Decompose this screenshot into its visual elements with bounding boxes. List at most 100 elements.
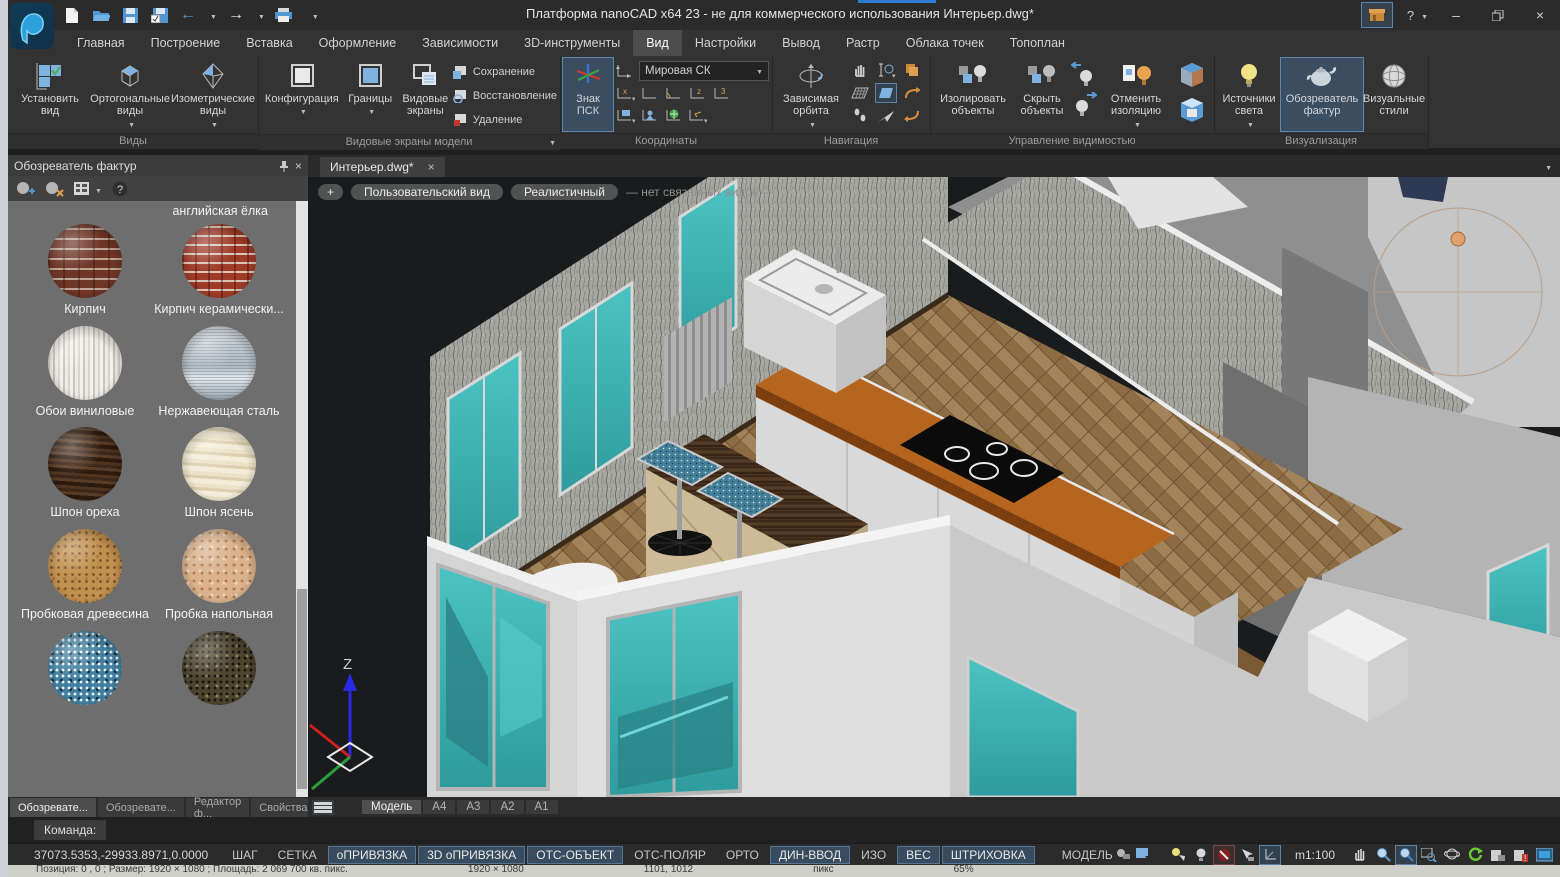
ucs-3point-icon[interactable]: 3	[712, 86, 730, 101]
menu-tab[interactable]: 3D-инструменты	[511, 30, 633, 56]
ucs-object-icon[interactable]: x▾	[615, 86, 635, 101]
material-swatch[interactable]: Пробка напольная	[152, 529, 286, 623]
open-file-icon[interactable]	[91, 6, 111, 24]
material-swatch[interactable]	[18, 631, 152, 724]
walk-icon[interactable]	[853, 108, 867, 124]
viewport-borders-button[interactable]: Границы	[343, 58, 398, 131]
help-menu[interactable]: ?	[1407, 8, 1428, 23]
menu-tab[interactable]: Растр	[833, 30, 893, 56]
ucs-prev-icon[interactable]: ▾	[687, 108, 707, 123]
material-sphere[interactable]	[182, 631, 256, 705]
material-swatch[interactable]: Шпон ясень	[152, 427, 286, 521]
status-toggle[interactable]: ШАГ	[223, 846, 267, 864]
chevron-down-icon[interactable]	[546, 135, 556, 151]
view-name-button[interactable]: Пользовательский вид	[351, 184, 503, 200]
material-swatch[interactable]: Кирпич керамически...	[152, 224, 286, 318]
status-toggle[interactable]: ОТС-ПОЛЯР	[625, 846, 715, 864]
menu-tab[interactable]: Оформление	[306, 30, 410, 56]
material-sphere[interactable]	[48, 631, 122, 705]
zoom-icon[interactable]: ▾	[876, 62, 896, 78]
material-swatch[interactable]: Шпон ореха	[18, 427, 152, 521]
grid-plane-icon[interactable]	[851, 86, 869, 100]
material-swatch[interactable]: Нержавеющая сталь	[152, 326, 286, 420]
zoom-window-icon[interactable]	[1396, 846, 1416, 864]
visual-style-button[interactable]: Реалистичный	[511, 184, 618, 200]
hide-objects-button[interactable]: Скрыть объекты	[1013, 58, 1071, 131]
undo-icon[interactable]: ←	[178, 6, 198, 24]
light-sources-button[interactable]: Источники света	[1217, 58, 1281, 131]
model-viewport[interactable]: Z	[308, 177, 1560, 797]
viewport-screens-button[interactable]: Видовые экраны	[398, 58, 453, 131]
ortho-views-button[interactable]: Ортогональные виды	[89, 58, 171, 131]
ucs-world-icon[interactable]	[640, 86, 658, 101]
menu-tab[interactable]: Топоплан	[997, 30, 1078, 56]
scrollbar-thumb[interactable]	[297, 589, 307, 789]
pan-icon[interactable]	[1350, 846, 1370, 864]
close-tab-icon[interactable]: ×	[428, 160, 435, 174]
help-icon[interactable]: ?	[1407, 8, 1414, 23]
panel-tab[interactable]: Обозревате...	[98, 798, 184, 817]
material-swatch[interactable]: Пробковая древесина	[18, 529, 152, 623]
status-toggle[interactable]: ИЗО	[852, 846, 895, 864]
minimize-button[interactable]: –	[1442, 7, 1470, 23]
redo-icon[interactable]: →	[226, 6, 246, 24]
panel-tab[interactable]: Свойства	[251, 798, 315, 817]
print-icon[interactable]	[274, 6, 294, 24]
menu-tab[interactable]: Вид	[633, 30, 682, 56]
status-toggle[interactable]: ВЕС	[897, 846, 940, 864]
ucs-angle-icon[interactable]	[664, 86, 682, 101]
material-sphere[interactable]	[182, 326, 256, 400]
layout-tab[interactable]: A2	[491, 800, 523, 814]
ucs-z-icon[interactable]: z	[688, 86, 706, 101]
isolate-objects-button[interactable]: Изолировать объекты	[933, 58, 1013, 131]
corner-arrow2-icon[interactable]	[904, 109, 920, 123]
ucs-entity-icon[interactable]	[640, 108, 658, 123]
layout-tab[interactable]: A4	[423, 800, 455, 814]
status-toggle[interactable]: оПРИВЯЗКА	[328, 846, 416, 864]
material-sphere[interactable]	[48, 529, 122, 603]
ucs-world2-icon[interactable]	[664, 108, 682, 123]
viewport-config-button[interactable]: Конфигурация	[261, 58, 343, 131]
layout-tab[interactable]: A1	[526, 800, 558, 814]
sheets-icon[interactable]	[904, 62, 920, 78]
zoom-icon[interactable]	[1373, 846, 1393, 864]
menu-tab[interactable]: Главная	[64, 30, 138, 56]
status-toggle[interactable]: 3D оПРИВЯЗКА	[418, 846, 525, 864]
status-toggle[interactable]: СЕТКА	[269, 846, 326, 864]
corner-arrow-icon[interactable]	[904, 86, 920, 100]
iso-views-button[interactable]: Изометрические виды	[171, 58, 255, 131]
ucs-view-icon[interactable]: ▾	[615, 108, 635, 123]
fly-icon[interactable]	[877, 109, 895, 123]
status-toggle[interactable]: ОТС-ОБЪЕКТ	[527, 846, 623, 864]
nanocad-logo-icon[interactable]	[10, 3, 54, 49]
pan-hand-icon[interactable]	[852, 62, 868, 78]
tab-list-icon[interactable]	[1542, 159, 1552, 173]
ucs-toggle-icon[interactable]	[1260, 846, 1280, 864]
bulb-forward-icon[interactable]	[1071, 92, 1097, 118]
material-swatch[interactable]	[152, 631, 286, 724]
undo-history-icon[interactable]	[207, 8, 217, 22]
orbit-icon[interactable]	[1442, 846, 1462, 864]
texture-browser-button[interactable]: Обозреватель фактур	[1281, 58, 1363, 131]
layout-tab[interactable]: A3	[457, 800, 489, 814]
scale-indicator[interactable]: m1:100	[1295, 848, 1335, 862]
save-icon[interactable]	[120, 6, 140, 24]
material-sphere[interactable]	[182, 427, 256, 501]
no-light-icon[interactable]	[1214, 846, 1234, 864]
menu-tab[interactable]: Настройки	[682, 30, 769, 56]
add-material-icon[interactable]	[16, 181, 35, 197]
panel-tab[interactable]: Обозревате...	[10, 798, 96, 817]
restore-button[interactable]	[1484, 10, 1512, 21]
material-swatch[interactable]: Кирпич	[18, 224, 152, 318]
status-toggle[interactable]: ОРТО	[717, 846, 768, 864]
panel-tab[interactable]: Редактор ф...	[186, 798, 249, 817]
download-sheet-icon[interactable]	[1133, 846, 1153, 864]
view-mode-button[interactable]	[74, 182, 102, 196]
menu-tab[interactable]: Вывод	[769, 30, 833, 56]
material-sphere[interactable]	[48, 326, 122, 400]
new-file-icon[interactable]	[62, 6, 82, 24]
status-toggle[interactable]: ШТРИХОВКА	[942, 846, 1035, 864]
close-button[interactable]: ×	[1526, 7, 1554, 23]
menu-tab[interactable]: Построение	[138, 30, 234, 56]
model-space-label[interactable]: МОДЕЛЬ	[1062, 848, 1113, 862]
